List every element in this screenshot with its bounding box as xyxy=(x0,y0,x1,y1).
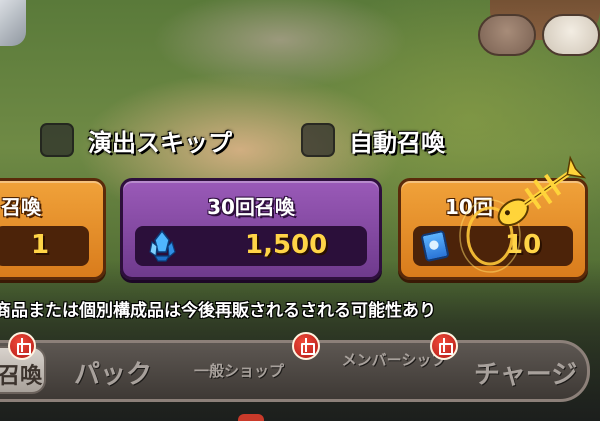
gift-badge-icon xyxy=(292,332,320,360)
summon-cost-bar: 1,500 xyxy=(135,226,367,266)
auto-summon-toggle[interactable]: 自動召喚 xyxy=(301,120,445,160)
summon-cost-bar: 1 xyxy=(0,226,89,266)
fishbone-cursor-icon xyxy=(459,155,587,273)
summon-card-title: 召喚 xyxy=(1,195,41,219)
creature-paws xyxy=(468,0,600,58)
blue-crystal-icon xyxy=(149,230,176,262)
gift-badge-icon xyxy=(8,332,36,360)
resale-notice: 商品または個別構成品は今後再販されるされる可能性あり xyxy=(0,301,436,321)
tab-charge[interactable]: チャージ xyxy=(474,354,577,391)
bottom-indicator xyxy=(238,414,264,421)
skip-animation-toggle[interactable]: 演出スキップ xyxy=(40,120,232,160)
rock-decoration xyxy=(0,0,26,46)
skip-animation-label: 演出スキップ xyxy=(88,128,232,157)
tab-general-shop[interactable]: 一般ショップ xyxy=(194,360,284,381)
summon-card-30x[interactable]: 30回召喚 1,500 xyxy=(120,178,382,280)
skip-animation-checkbox[interactable] xyxy=(40,123,74,157)
summon-cost-value: 1 xyxy=(31,230,50,260)
summon-card-title: 30回召喚 xyxy=(207,195,295,219)
blue-ticket-icon xyxy=(420,229,450,263)
summon-card-single[interactable]: 召喚 1 xyxy=(0,178,106,280)
summon-cost-value: 1,500 xyxy=(245,230,328,260)
auto-summon-checkbox[interactable] xyxy=(301,123,335,157)
auto-summon-label: 自動召喚 xyxy=(349,128,445,157)
gift-badge-icon xyxy=(430,332,458,360)
tab-pack[interactable]: パック xyxy=(74,354,152,391)
